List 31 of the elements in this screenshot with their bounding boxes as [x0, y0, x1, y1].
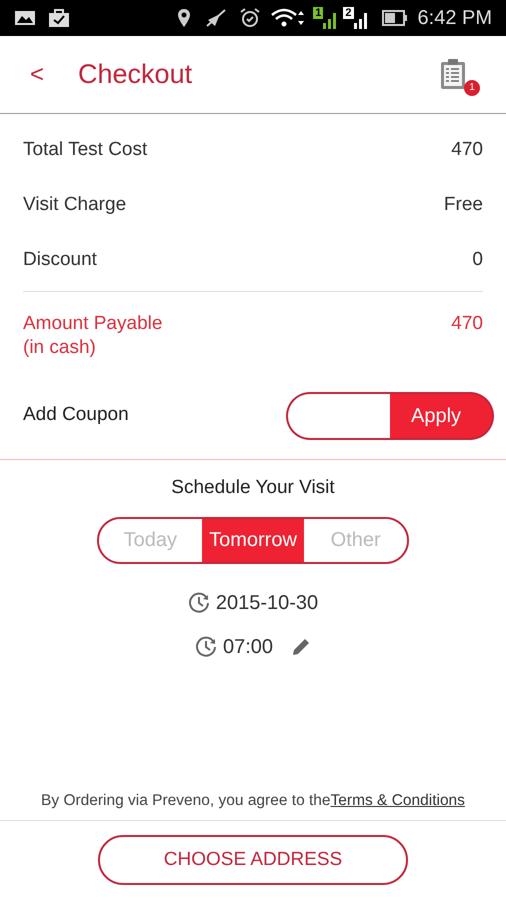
section-title: Schedule Your Visit	[171, 476, 335, 500]
clipboard-icon[interactable]	[440, 58, 466, 90]
clock-icon	[194, 636, 217, 658]
summary-value: Free	[444, 193, 483, 217]
back-button[interactable]: <	[30, 56, 44, 92]
visit-time: 07:00	[222, 634, 274, 660]
terms-text: By Ordering via Preveno, you agree to the	[41, 790, 331, 811]
briefcase-check-icon	[48, 8, 70, 28]
coupon-label: Add Coupon	[23, 403, 129, 428]
edit-icon[interactable]	[291, 636, 312, 656]
image-icon	[14, 9, 36, 27]
summary-value: 470	[451, 312, 483, 336]
clock-icon	[188, 592, 210, 614]
location-icon	[177, 8, 192, 28]
terms-link[interactable]: Terms & Conditions	[330, 788, 465, 812]
summary-label: Amount Payable (in cash)	[23, 312, 162, 360]
summary-value: 0	[472, 248, 483, 272]
summary-label: Visit Charge	[23, 193, 126, 217]
sim-number: 2	[343, 7, 354, 19]
day-tab[interactable]: Tomorrow	[202, 518, 304, 562]
summary-label: Total Test Cost	[23, 138, 148, 162]
page-title: Checkout	[78, 58, 192, 92]
choose-address-button[interactable]: CHOOSE ADDRESS	[98, 835, 408, 885]
summary-value: 470	[451, 138, 483, 162]
alarm-icon	[239, 7, 262, 29]
sim-number: 1	[313, 7, 324, 19]
status-time: 6:42 PM	[418, 6, 492, 31]
visit-date: 2015-10-30	[216, 590, 318, 616]
count-badge: 1	[464, 80, 480, 96]
battery-icon	[382, 10, 408, 26]
summary-label: Discount	[23, 248, 97, 272]
